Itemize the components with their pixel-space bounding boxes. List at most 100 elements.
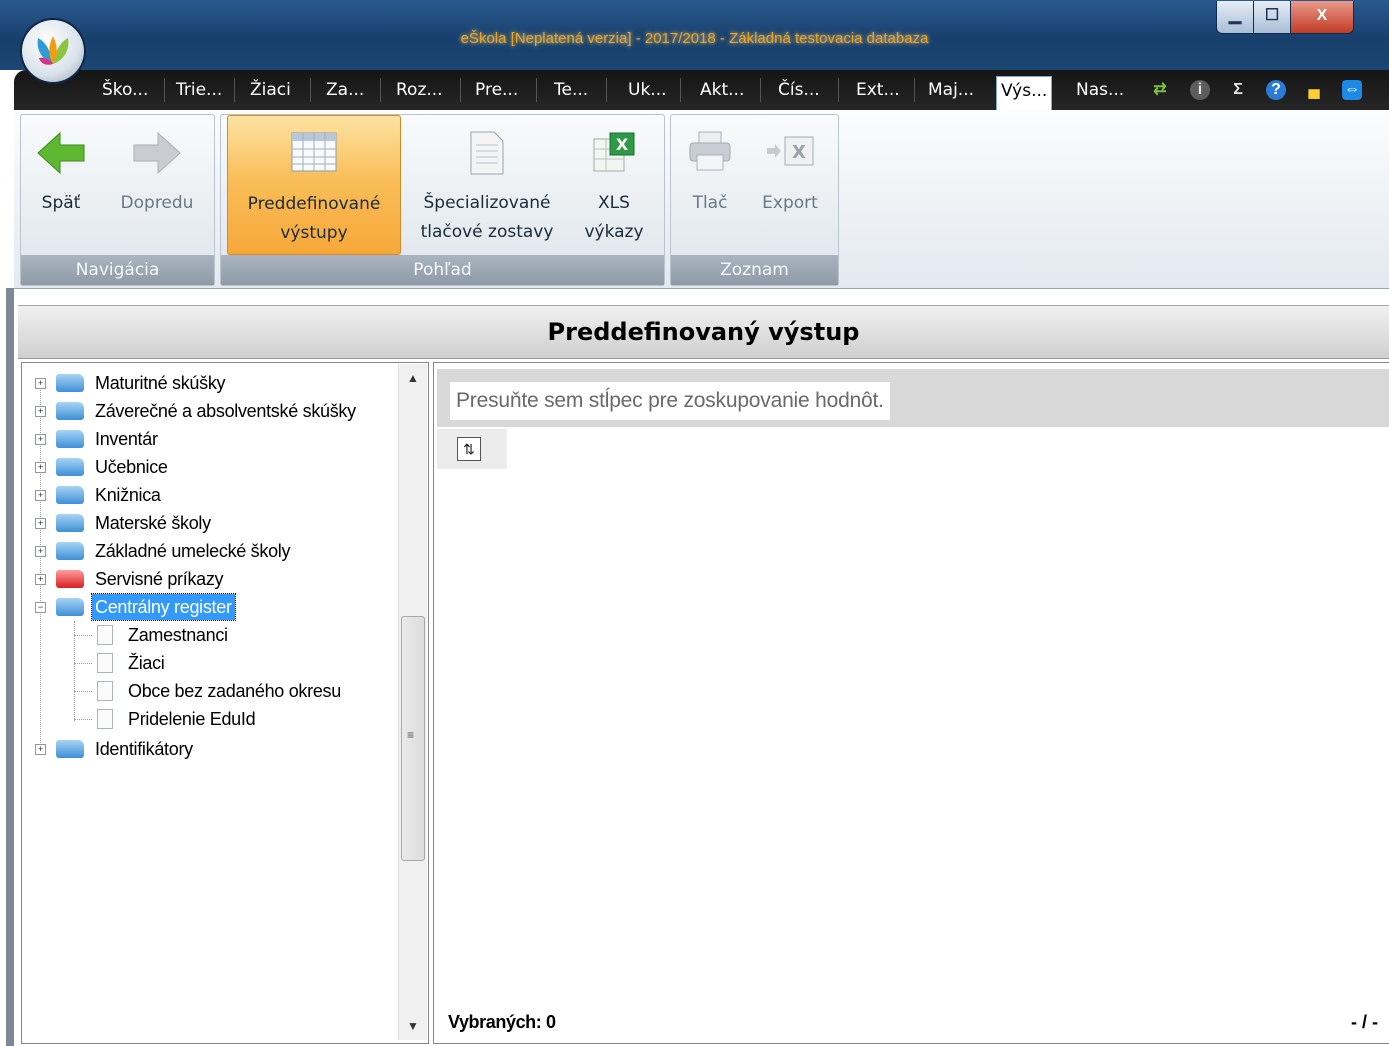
report-tree[interactable]: + Maturitné skúšky + Záverečné a absolve…	[21, 362, 429, 1044]
scroll-down-arrow-icon[interactable]: ▼	[399, 1012, 427, 1040]
tab-vystupy[interactable]: Výs...	[996, 76, 1053, 111]
tab-separator	[310, 78, 311, 102]
selected-count: Vybraných: 0	[448, 1012, 556, 1032]
ribbon-group-label: Navigácia	[21, 255, 214, 285]
specialized-reports-label: Špecializované tlačové zostavy	[420, 193, 554, 242]
red-folder-icon	[56, 570, 84, 588]
butterfly-icon	[37, 36, 69, 65]
tab-separator	[380, 78, 381, 102]
forward-button[interactable]: Dopredu	[103, 115, 211, 253]
scrollbar-thumb[interactable]: ≡	[401, 616, 425, 861]
tree-node-label: Obce bez zadaného okresu	[128, 681, 341, 701]
info-icon[interactable]: i	[1190, 80, 1210, 100]
title-bar: eŠkola [Neplatená verzia] - 2017/2018 - …	[0, 0, 1389, 70]
document-icon	[97, 681, 113, 701]
xls-reports-button[interactable]: X XLS výkazy	[573, 115, 655, 253]
tab-separator	[606, 78, 607, 102]
tree-node-label: Materské školy	[95, 513, 211, 533]
ribbon-group-pohlad: Preddefinované výstupy Špecializované tl…	[220, 114, 665, 286]
expand-icon[interactable]: +	[35, 490, 46, 501]
tab-separator	[460, 78, 461, 102]
refresh-icon[interactable]: ⇄	[1150, 80, 1170, 100]
collapse-icon[interactable]: −	[35, 602, 46, 613]
cake-icon[interactable]: ▄	[1304, 80, 1324, 100]
expand-icon[interactable]: +	[35, 546, 46, 557]
tab-ukoly[interactable]: Uk...	[628, 76, 667, 104]
tab-separator	[234, 78, 235, 102]
tab-separator	[680, 78, 681, 102]
tab-majetok[interactable]: Maj...	[928, 76, 974, 104]
column-chooser-button[interactable]: ⇅	[437, 429, 507, 469]
sum-icon[interactable]: Σ	[1228, 80, 1248, 100]
tree-node-label: Zamestnanci	[128, 625, 228, 645]
back-button[interactable]: Späť	[25, 115, 97, 253]
minimize-button[interactable]: ▁	[1216, 1, 1254, 34]
tree-node-label: Maturitné skúšky	[95, 373, 226, 393]
maximize-button[interactable]: ☐	[1253, 1, 1291, 34]
tab-externe[interactable]: Ext...	[856, 76, 900, 104]
excel-icon: X	[593, 132, 635, 172]
back-arrow-icon	[37, 131, 85, 175]
print-button[interactable]: Tlač	[677, 115, 743, 253]
folder-icon	[56, 514, 84, 532]
specialized-reports-button[interactable]: Špecializované tlačové zostavy	[407, 115, 567, 253]
window-title: eŠkola [Neplatená verzia] - 2017/2018 - …	[460, 30, 929, 47]
tab-separator	[164, 78, 165, 102]
expand-icon[interactable]: +	[35, 378, 46, 389]
print-button-label: Tlač	[692, 193, 728, 213]
help-icon[interactable]: ?	[1266, 80, 1286, 100]
tree-guide-line	[74, 621, 75, 721]
predefined-outputs-button[interactable]: Preddefinované výstupy	[227, 115, 401, 255]
tab-separator	[536, 78, 537, 102]
tab-nastavenia[interactable]: Nas...	[1076, 76, 1124, 104]
tab-tematicke[interactable]: Te...	[554, 76, 588, 104]
predefined-outputs-label: Preddefinované výstupy	[247, 194, 381, 243]
tab-triedy[interactable]: Trie...	[176, 76, 222, 104]
tree-guide-line	[74, 635, 92, 636]
column-chooser-icon: ⇅	[457, 437, 481, 461]
tab-zamestnanci[interactable]: Za...	[326, 76, 364, 104]
expand-icon[interactable]: +	[35, 518, 46, 529]
svg-text:X: X	[616, 135, 629, 154]
expand-icon[interactable]: +	[35, 434, 46, 445]
app-logo-icon[interactable]	[22, 20, 84, 82]
expand-icon[interactable]: +	[35, 574, 46, 585]
forward-arrow-icon	[133, 131, 181, 175]
printer-icon	[689, 131, 731, 171]
tab-skola[interactable]: Ško...	[102, 76, 148, 104]
expand-icon[interactable]: +	[35, 406, 46, 417]
expand-icon[interactable]: +	[35, 462, 46, 473]
left-border	[6, 288, 14, 1046]
tree-node-label: Knižnica	[95, 485, 161, 505]
back-button-label: Späť	[41, 193, 81, 213]
export-icon: X	[767, 136, 814, 166]
folder-icon	[56, 458, 84, 476]
tab-ciselniky[interactable]: Čís...	[778, 76, 820, 104]
export-button[interactable]: X Export	[749, 115, 831, 253]
export-button-label: Export	[762, 193, 818, 213]
forward-button-label: Dopredu	[120, 193, 194, 213]
teamviewer-icon[interactable]: ⇔	[1342, 80, 1362, 100]
tab-predmety[interactable]: Pre...	[475, 76, 518, 104]
close-button[interactable]: X	[1290, 1, 1354, 34]
tree-scrollbar[interactable]: ▲ ≡ ▼	[398, 364, 427, 1040]
folder-icon	[56, 402, 84, 420]
scroll-up-arrow-icon[interactable]: ▲	[399, 364, 427, 392]
ribbon-group-zoznam: Tlač X Export Zoznam	[670, 114, 839, 286]
document-icon	[97, 653, 113, 673]
group-by-panel[interactable]: Presuňte sem stĺpec pre zoskupovanie hod…	[437, 369, 1389, 427]
document-icon	[97, 709, 113, 729]
tree-node-label: Pridelenie EduId	[128, 709, 256, 729]
section-title: Preddefinovaný výstup	[18, 305, 1389, 359]
tab-separator	[838, 78, 839, 102]
group-by-hint: Presuňte sem stĺpec pre zoskupovanie hod…	[450, 382, 890, 420]
expand-icon[interactable]: +	[35, 744, 46, 755]
ribbon: Späť Dopredu Navigácia Preddefinované vý…	[14, 110, 1389, 289]
tab-ziaci[interactable]: Žiaci	[250, 76, 291, 104]
data-grid[interactable]: Presuňte sem stĺpec pre zoskupovanie hod…	[433, 362, 1389, 1044]
folder-icon	[56, 542, 84, 560]
tree-node-label: Žiaci	[128, 653, 165, 673]
tab-aktivity[interactable]: Akt...	[700, 76, 744, 104]
tab-rozvrh[interactable]: Roz...	[396, 76, 443, 104]
pager-status: - / -	[1351, 1012, 1378, 1032]
